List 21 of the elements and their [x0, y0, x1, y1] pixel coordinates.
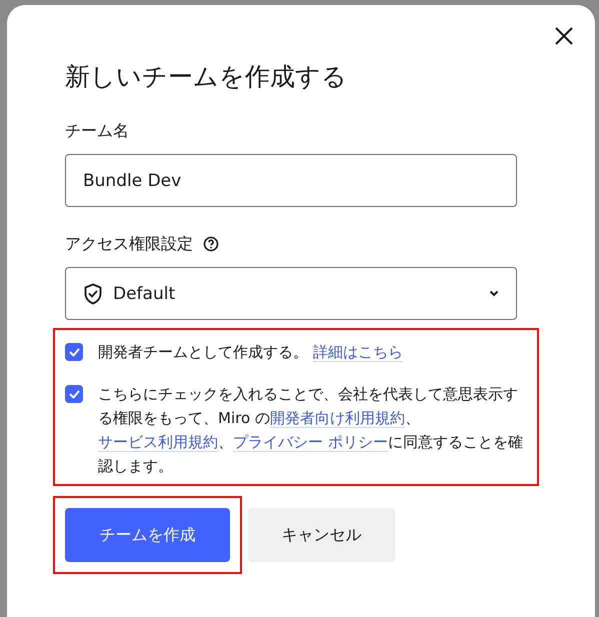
dialog-title: 新しいチームを作成する [65, 61, 347, 93]
terms-link[interactable]: 詳細はこちら [312, 343, 403, 362]
terms-link[interactable]: サービス利用規約 [98, 433, 218, 452]
terms-link[interactable]: プライバシー ポリシー [233, 433, 388, 452]
access-dropdown[interactable]: Default [65, 267, 517, 320]
field-label: アクセス権限設定 [65, 233, 193, 255]
consent-text: 開発者チームとして作成する。 詳細はこちら [98, 342, 404, 364]
chevron-down-icon [489, 290, 499, 297]
shield-icon [83, 282, 103, 304]
create-team-button[interactable]: チームを作成 [65, 508, 230, 562]
checkbox[interactable] [65, 385, 83, 403]
close-icon[interactable] [553, 25, 575, 47]
help-icon[interactable] [203, 236, 219, 252]
field-label: チーム名 [65, 120, 129, 142]
checkbox[interactable] [65, 343, 83, 361]
terms-link[interactable]: 開発者向け利用規約 [270, 409, 405, 428]
consent-text: こちらにチェックを入れることで、会社を代表して意思表示する権限をもって、Miro の開発者向け利用規約、 サービス利用規約、プライバシー ポリシーに同意することを確認します。 [98, 384, 524, 477]
checkmark-icon [68, 390, 80, 398]
checkmark-icon [68, 348, 80, 356]
cancel-button[interactable]: キャンセル [248, 508, 395, 562]
team-name-field[interactable]: Bundle Dev [65, 154, 517, 207]
